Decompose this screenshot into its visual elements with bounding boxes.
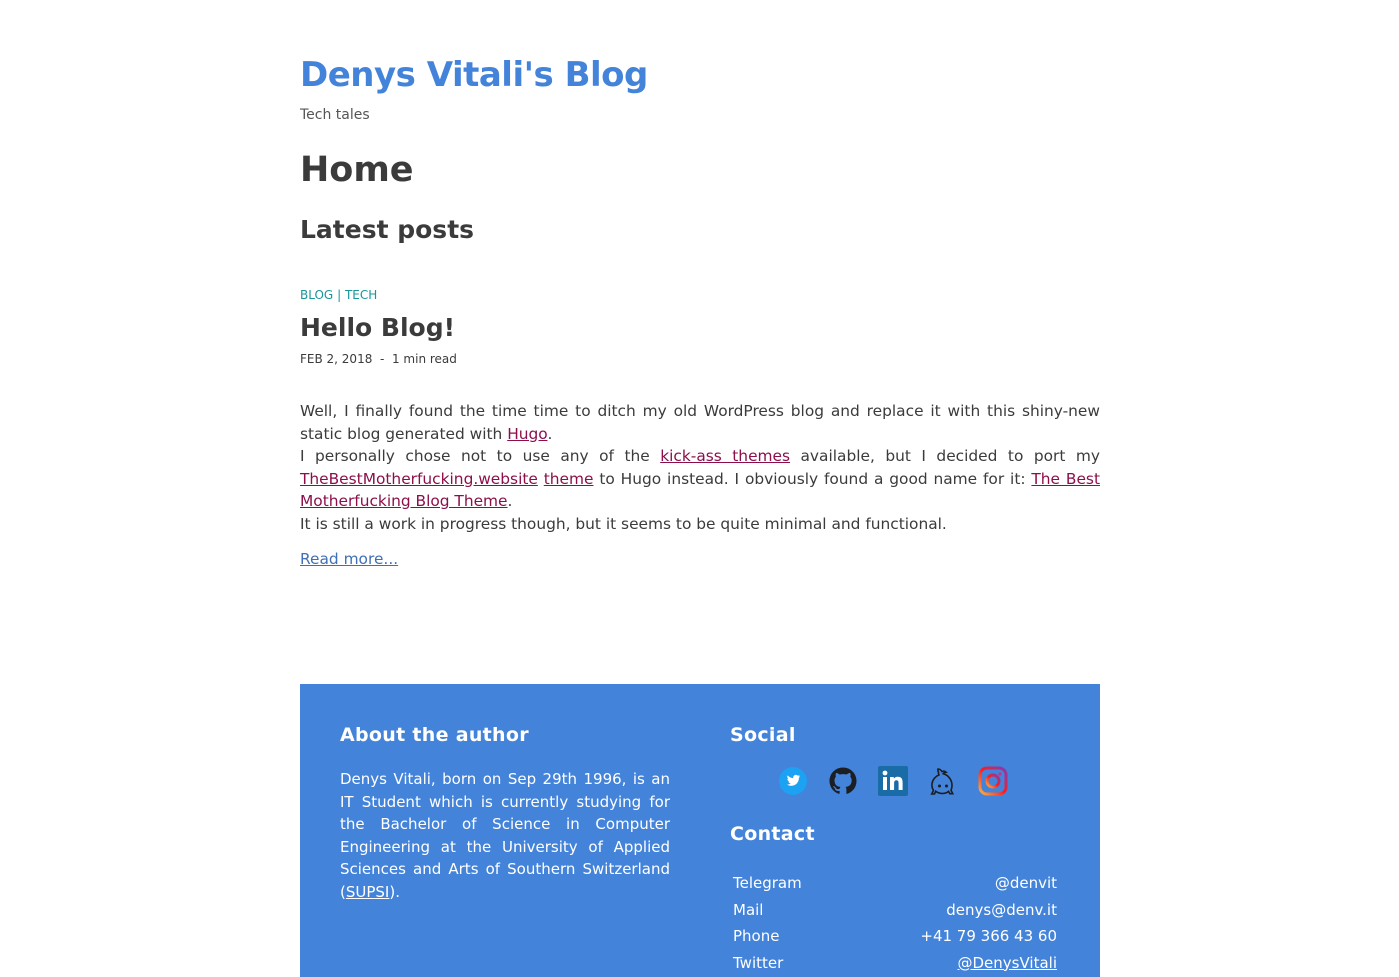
hugo-link[interactable]: Hugo <box>507 425 547 443</box>
twitter-icon[interactable] <box>778 766 808 796</box>
about-text: ). <box>389 882 400 901</box>
excerpt-text: Well, I finally found the time time to d… <box>300 402 1100 443</box>
about-author-text: Denys Vitali, born on Sep 29th 1996, is … <box>340 768 670 903</box>
read-more-link[interactable]: Read more... <box>300 550 398 568</box>
linkedin-icon[interactable] <box>878 766 908 796</box>
supsi-link[interactable]: SUPSI <box>346 883 390 901</box>
excerpt-paragraph: I personally chose not to use any of the… <box>300 445 1100 513</box>
contact-label: Telegram <box>733 874 802 893</box>
excerpt-text: I personally chose not to use any of the <box>300 447 661 465</box>
meta-separator: - <box>379 352 385 366</box>
contact-value: +41 79 366 43 60 <box>920 927 1057 946</box>
site-tagline: Tech tales <box>300 107 370 123</box>
excerpt-text: available, but I decided to port my <box>790 447 1100 465</box>
contact-row-twitter: Twitter @DenysVitali <box>730 950 1060 977</box>
contact-value: @denvit <box>994 874 1057 893</box>
excerpt-text: to Hugo instead. I obviously found a goo… <box>593 469 1032 488</box>
excerpt-paragraph: Well, I finally found the time time to d… <box>300 400 1100 445</box>
about-author-heading: About the author <box>340 724 529 746</box>
post-meta: FEB 2, 2018 - 1 min read <box>300 352 457 366</box>
social-heading: Social <box>730 724 796 746</box>
social-icons <box>778 766 1008 796</box>
github-icon[interactable] <box>828 766 858 796</box>
contact-value: denys@denv.it <box>946 900 1057 919</box>
page-title: Home <box>300 150 414 190</box>
excerpt-paragraph: It is still a work in progress though, b… <box>300 514 947 533</box>
contact-value: @DenysVitali <box>843 950 1060 977</box>
contact-row-telegram: Telegram @denvit <box>730 870 1060 897</box>
contact-label: Mail <box>733 900 764 919</box>
thebestmotherfucking-website-link[interactable]: TheBestMotherfucking.website <box>300 470 538 488</box>
contact-row-phone: Phone +41 79 366 43 60 <box>730 923 1060 950</box>
site-title[interactable]: Denys Vitali's Blog <box>300 55 648 95</box>
contact-heading: Contact <box>730 823 815 845</box>
contact-row-mail: Mail denys@denv.it <box>730 897 1060 924</box>
kick-ass-themes-link[interactable]: kick-ass themes <box>660 447 790 465</box>
site-footer: About the author Denys Vitali, born on S… <box>300 684 1100 977</box>
latest-posts-heading: Latest posts <box>300 215 475 244</box>
twitter-handle-link[interactable]: @DenysVitali <box>958 954 1058 972</box>
keybase-icon[interactable] <box>928 766 958 796</box>
contact-label: Phone <box>733 927 780 946</box>
post-date: FEB 2, 2018 <box>300 352 373 366</box>
contact-table: Telegram @denvit Mail denys@denv.it Phon… <box>730 870 1060 976</box>
post-title-link[interactable]: Hello Blog! <box>300 313 455 342</box>
category-separator: | <box>337 288 342 302</box>
excerpt-text: . <box>547 424 553 443</box>
instagram-icon[interactable] <box>978 766 1008 796</box>
theme-link[interactable]: theme <box>544 470 594 488</box>
post-excerpt: Well, I finally found the time time to d… <box>300 400 1100 535</box>
post-categories: BLOG | TECH <box>300 288 377 302</box>
contact-label: Twitter <box>733 953 784 972</box>
post-read-time: 1 min read <box>391 352 457 366</box>
about-text: Denys Vitali, born on Sep 29th 1996, is … <box>340 770 670 901</box>
category-link-blog[interactable]: BLOG <box>300 288 333 302</box>
category-link-tech[interactable]: TECH <box>345 288 377 302</box>
excerpt-text: . <box>507 492 513 510</box>
